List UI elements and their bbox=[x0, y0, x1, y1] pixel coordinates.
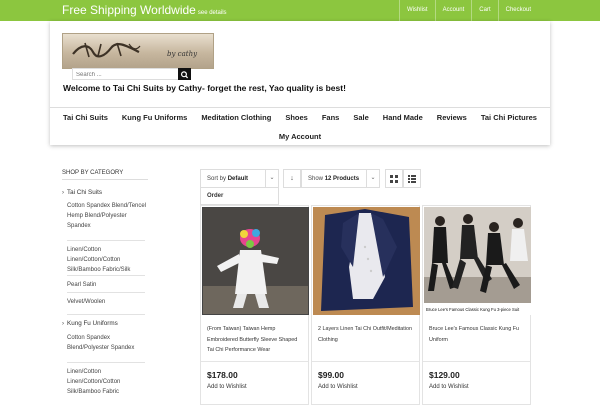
divider bbox=[62, 179, 148, 180]
category-label: Tai Chi Suits bbox=[67, 189, 102, 196]
subcategory-label: Cotton Spandex Blend/Tencel Hemp Blend/P… bbox=[67, 203, 147, 229]
nav-item-fans[interactable]: Fans bbox=[315, 113, 347, 122]
divider bbox=[67, 362, 145, 363]
nav-item-sale[interactable]: Sale bbox=[346, 113, 375, 122]
subcategory-label: Linen/Cotton Linen/Cotton/Cotton Silk/Ba… bbox=[67, 369, 121, 395]
category-label: Kung Fu Uniforms bbox=[67, 320, 118, 327]
product-photo bbox=[313, 207, 420, 315]
logo-text: by cathy bbox=[167, 50, 198, 58]
main-nav: Tai Chi Suits Kung Fu Uniforms Meditatio… bbox=[50, 107, 550, 144]
nav-item-kung-fu-uniforms[interactable]: Kung Fu Uniforms bbox=[115, 113, 194, 122]
search-icon bbox=[180, 71, 189, 79]
order-label[interactable]: Order bbox=[200, 188, 279, 205]
sort-direction-button[interactable]: ↓ bbox=[283, 169, 301, 188]
products-per-page-dropdown[interactable]: Show 12 Products ⌄ bbox=[301, 169, 380, 188]
subcategory-label: Linen/Cotton Linen/Cotton/Cotton Silk/Ba… bbox=[67, 247, 131, 273]
divider bbox=[67, 275, 145, 276]
product-image[interactable] bbox=[202, 207, 309, 315]
divider bbox=[67, 240, 145, 241]
cart-link[interactable]: Cart bbox=[471, 0, 497, 21]
chevron-down-icon: ⌄ bbox=[265, 170, 278, 187]
grid-icon bbox=[390, 175, 398, 183]
site-logo[interactable]: by cathy bbox=[62, 33, 214, 69]
add-to-wishlist-link[interactable]: Add to Wishlist bbox=[207, 384, 247, 390]
search-input[interactable] bbox=[76, 70, 171, 79]
welcome-message: Welcome to Tai Chi Suits by Cathy- forge… bbox=[63, 83, 346, 93]
show-value: 12 Products bbox=[324, 176, 360, 182]
sort-prefix: Sort by bbox=[207, 176, 227, 182]
product-image[interactable] bbox=[313, 207, 420, 315]
nav-item-tai-chi-pictures[interactable]: Tai Chi Pictures bbox=[474, 113, 544, 122]
chevron-down-icon: ⌄ bbox=[366, 170, 379, 187]
product-card[interactable]: Bruce Lee's Famous Classic Kung Fu 3-pie… bbox=[422, 205, 531, 405]
product-price: $129.00 bbox=[429, 370, 460, 380]
chevron-right-icon: › bbox=[62, 321, 64, 327]
product-card[interactable]: (From Taiwan) Taiwan Hemp Embroidered Bu… bbox=[200, 205, 309, 405]
product-card[interactable]: 2 Layers Linen Tai Chi Outfit/Meditation… bbox=[311, 205, 420, 405]
subcategory-cotton-spandex[interactable]: Cotton Spandex Blend/Tencel Hemp Blend/P… bbox=[67, 201, 147, 231]
show-prefix: Show bbox=[308, 176, 324, 182]
product-title[interactable]: Bruce Lee's Famous Classic Kung Fu Unifo… bbox=[429, 324, 527, 345]
nav-item-tai-chi-suits[interactable]: Tai Chi Suits bbox=[56, 113, 115, 122]
account-link[interactable]: Account bbox=[434, 0, 472, 21]
add-to-wishlist-link[interactable]: Add to Wishlist bbox=[429, 384, 469, 390]
category-tai-chi-suits[interactable]: › Tai Chi Suits bbox=[62, 189, 102, 196]
sort-by-dropdown[interactable]: Sort by Default ⌄ bbox=[200, 169, 279, 188]
list-icon bbox=[408, 175, 416, 183]
chevron-right-icon: › bbox=[62, 190, 64, 196]
account-links: Wishlist Account Cart Checkout bbox=[398, 0, 538, 21]
subcategory-label: Pearl Satin bbox=[67, 282, 97, 288]
nav-item-reviews[interactable]: Reviews bbox=[430, 113, 474, 122]
subcategory-label: Velvet/Woolen bbox=[67, 299, 106, 305]
nav-item-meditation-clothing[interactable]: Meditation Clothing bbox=[194, 113, 278, 122]
top-bar: Free Shipping Worldwide see details Wishl… bbox=[0, 0, 600, 21]
divider bbox=[312, 361, 419, 362]
shipping-text: Free Shipping Worldwide bbox=[62, 3, 196, 17]
subcategory-pearl-satin[interactable]: Pearl Satin bbox=[67, 280, 147, 290]
nav-item-my-account[interactable]: My Account bbox=[272, 132, 328, 141]
nav-item-hand-made[interactable]: Hand Made bbox=[376, 113, 430, 122]
product-image[interactable]: Bruce Lee's Famous Classic Kung Fu 3-pie… bbox=[424, 207, 531, 315]
image-caption: Bruce Lee's Famous Classic Kung Fu 3-pie… bbox=[426, 307, 520, 312]
nav-item-shoes[interactable]: Shoes bbox=[278, 113, 315, 122]
list-view-button[interactable] bbox=[403, 169, 421, 188]
show-label: Show 12 Products bbox=[308, 176, 359, 182]
nav-row: My Account bbox=[50, 132, 550, 141]
subcategory-cotton-spandex[interactable]: Cotton Spandex Blend/Polyester Spandex bbox=[67, 333, 147, 353]
divider bbox=[423, 361, 530, 362]
product-title[interactable]: 2 Layers Linen Tai Chi Outfit/Meditation… bbox=[318, 324, 416, 345]
subcategory-label: Cotton Spandex Blend/Polyester Spandex bbox=[67, 335, 135, 351]
subcategory-linen-cotton[interactable]: Linen/Cotton Linen/Cotton/Cotton Silk/Ba… bbox=[67, 367, 147, 397]
product-photo bbox=[203, 208, 308, 314]
grid-view-button[interactable] bbox=[385, 169, 403, 188]
logo-calligraphy bbox=[72, 42, 141, 58]
divider bbox=[67, 314, 145, 315]
checkout-link[interactable]: Checkout bbox=[497, 0, 538, 21]
sort-label: Sort by Default bbox=[207, 176, 248, 182]
shipping-banner[interactable]: Free Shipping Worldwide see details bbox=[62, 3, 227, 17]
product-photo: Bruce Lee's Famous Classic Kung Fu 3-pie… bbox=[424, 207, 531, 315]
add-to-wishlist-link[interactable]: Add to Wishlist bbox=[318, 384, 358, 390]
wishlist-link[interactable]: Wishlist bbox=[398, 0, 435, 21]
subcategory-linen-cotton[interactable]: Linen/Cotton Linen/Cotton/Cotton Silk/Ba… bbox=[67, 245, 147, 275]
subcategory-velvet-woolen[interactable]: Velvet/Woolen bbox=[67, 297, 147, 307]
sort-value: Default bbox=[227, 176, 249, 182]
divider bbox=[67, 292, 145, 293]
category-kung-fu-uniforms[interactable]: › Kung Fu Uniforms bbox=[62, 320, 118, 327]
sidebar-title: Shop by Category bbox=[62, 170, 124, 176]
product-title[interactable]: (From Taiwan) Taiwan Hemp Embroidered Bu… bbox=[207, 324, 305, 356]
divider bbox=[201, 361, 308, 362]
search-box bbox=[72, 68, 191, 80]
arrow-down-icon: ↓ bbox=[290, 175, 294, 182]
product-price: $178.00 bbox=[207, 370, 238, 380]
search-button[interactable] bbox=[178, 68, 191, 80]
nav-row: Tai Chi Suits Kung Fu Uniforms Meditatio… bbox=[50, 113, 550, 122]
shipping-details-link[interactable]: see details bbox=[198, 10, 227, 16]
product-price: $99.00 bbox=[318, 370, 344, 380]
